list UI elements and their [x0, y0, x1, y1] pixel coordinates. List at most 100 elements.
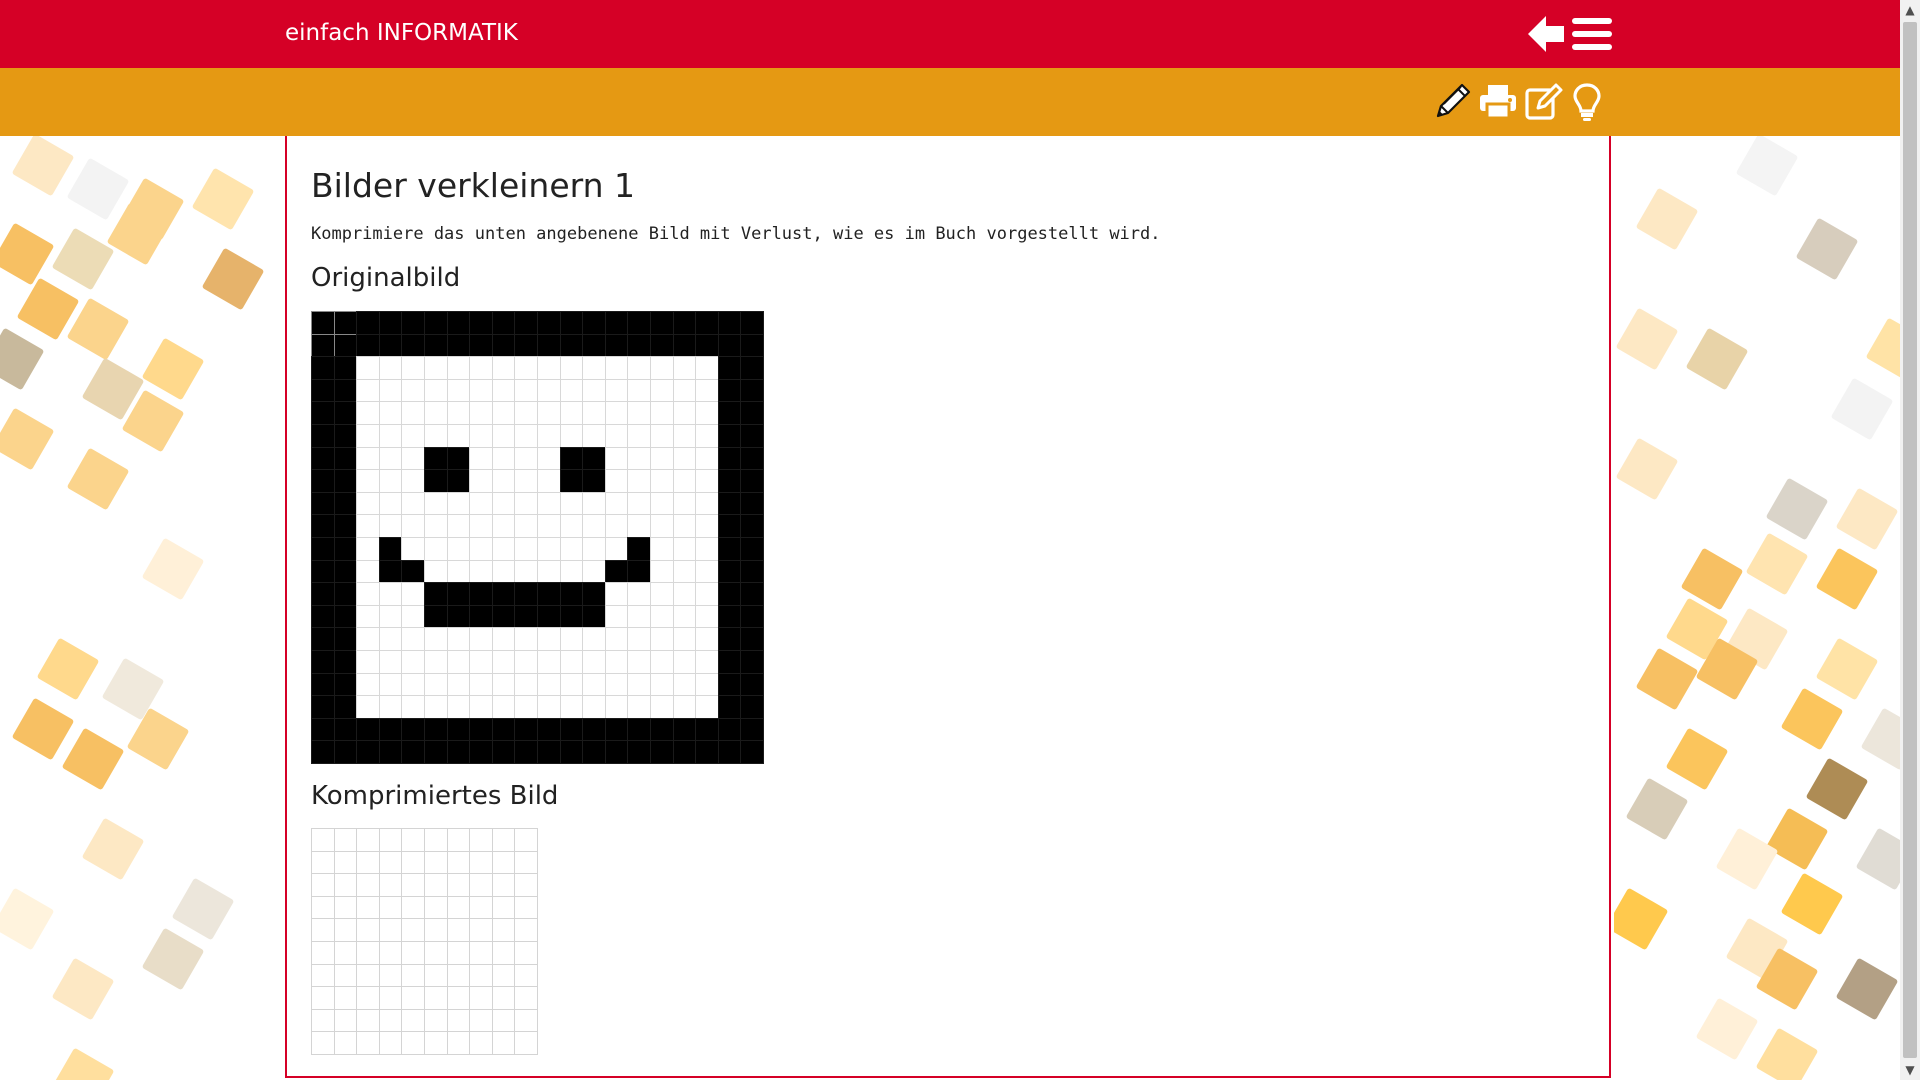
pixel-cell[interactable] [491, 695, 516, 719]
pixel-cell[interactable] [469, 559, 493, 584]
pixel-cell[interactable] [491, 356, 516, 380]
pixel-cell[interactable] [356, 491, 380, 516]
pixel-cell[interactable] [469, 424, 493, 448]
pixel-cell[interactable] [356, 604, 380, 629]
pixel-cell[interactable] [378, 740, 403, 764]
pixel-cell[interactable] [469, 537, 493, 561]
pixel-cell[interactable] [311, 333, 335, 358]
pixel-cell[interactable] [559, 378, 584, 403]
pixel-cell[interactable] [333, 604, 358, 629]
hamburger-menu-icon[interactable] [1570, 12, 1614, 56]
pixel-cell[interactable] [582, 695, 606, 719]
pixel-cell[interactable] [717, 311, 742, 335]
pixel-cell[interactable] [604, 491, 629, 516]
pixel-cell[interactable] [378, 650, 403, 674]
pixel-cell[interactable] [514, 559, 538, 584]
pixel-cell[interactable] [537, 401, 561, 425]
pixel-cell[interactable] [378, 491, 403, 516]
pixel-cell[interactable] [356, 695, 380, 719]
pixel-cell[interactable] [491, 559, 516, 584]
pixel-cell[interactable] [446, 650, 471, 674]
pixel-cell[interactable] [446, 491, 471, 516]
pixel-cell[interactable] [333, 941, 358, 965]
pixel-cell[interactable] [424, 582, 448, 606]
pixel-cell[interactable] [401, 582, 425, 606]
pixel-cell[interactable] [378, 356, 403, 380]
pixel-cell[interactable] [514, 401, 538, 425]
pixel-cell[interactable] [401, 986, 425, 1010]
pixel-cell[interactable] [446, 717, 471, 742]
pixel-cell[interactable] [356, 378, 380, 403]
pixel-cell[interactable] [469, 604, 493, 629]
pixel-cell[interactable] [424, 1031, 448, 1055]
compressed-image-grid[interactable] [311, 828, 538, 1055]
pixel-cell[interactable] [469, 1008, 493, 1033]
pixel-cell[interactable] [559, 717, 584, 742]
pixel-cell[interactable] [627, 537, 651, 561]
pixel-cell[interactable] [582, 446, 606, 471]
pixel-cell[interactable] [650, 401, 674, 425]
pixel-cell[interactable] [650, 378, 674, 403]
pixel-cell[interactable] [695, 740, 719, 764]
pixel-cell[interactable] [378, 695, 403, 719]
pixel-cell[interactable] [672, 604, 697, 629]
pixel-cell[interactable] [559, 356, 584, 380]
pixel-cell[interactable] [356, 333, 380, 358]
pixel-cell[interactable] [695, 537, 719, 561]
printer-icon[interactable] [1478, 82, 1518, 122]
pixel-cell[interactable] [695, 582, 719, 606]
pixel-cell[interactable] [469, 469, 493, 493]
pixel-cell[interactable] [672, 333, 697, 358]
pixel-cell[interactable] [740, 559, 764, 584]
pixel-cell[interactable] [401, 559, 425, 584]
pixel-cell[interactable] [491, 491, 516, 516]
pixel-cell[interactable] [469, 446, 493, 471]
pixel-cell[interactable] [333, 650, 358, 674]
pixel-cell[interactable] [378, 717, 403, 742]
pixel-cell[interactable] [559, 695, 584, 719]
pixel-cell[interactable] [537, 582, 561, 606]
pixel-cell[interactable] [537, 695, 561, 719]
pixel-cell[interactable] [717, 469, 742, 493]
pixel-cell[interactable] [356, 1008, 380, 1033]
pixel-cell[interactable] [740, 604, 764, 629]
pixel-cell[interactable] [333, 695, 358, 719]
pixel-cell[interactable] [582, 559, 606, 584]
pixel-cell[interactable] [717, 559, 742, 584]
pixel-cell[interactable] [378, 582, 403, 606]
pixel-cell[interactable] [514, 672, 538, 697]
brand-title[interactable]: einfach INFORMATIK [285, 20, 518, 46]
pixel-cell[interactable] [559, 559, 584, 584]
pixel-cell[interactable] [333, 672, 358, 697]
pixel-cell[interactable] [514, 918, 538, 942]
pixel-cell[interactable] [378, 514, 403, 538]
pixel-cell[interactable] [333, 333, 358, 358]
pixel-cell[interactable] [311, 559, 335, 584]
pixel-cell[interactable] [311, 850, 335, 875]
pixel-cell[interactable] [582, 582, 606, 606]
pixel-cell[interactable] [604, 695, 629, 719]
pixel-cell[interactable] [311, 582, 335, 606]
pixel-cell[interactable] [695, 695, 719, 719]
pixel-cell[interactable] [378, 559, 403, 584]
pixel-cell[interactable] [311, 491, 335, 516]
pixel-cell[interactable] [604, 717, 629, 742]
pixel-cell[interactable] [356, 1031, 380, 1055]
pixel-cell[interactable] [401, 469, 425, 493]
pixel-cell[interactable] [491, 627, 516, 651]
pixel-cell[interactable] [424, 941, 448, 965]
pixel-cell[interactable] [401, 356, 425, 380]
pixel-cell[interactable] [491, 604, 516, 629]
pixel-cell[interactable] [514, 311, 538, 335]
pixel-cell[interactable] [469, 356, 493, 380]
pixel-cell[interactable] [491, 918, 516, 942]
pixel-cell[interactable] [717, 401, 742, 425]
pixel-cell[interactable] [604, 378, 629, 403]
pixel-cell[interactable] [559, 446, 584, 471]
pixel-cell[interactable] [469, 333, 493, 358]
pixel-cell[interactable] [582, 356, 606, 380]
pixel-cell[interactable] [514, 446, 538, 471]
pixel-cell[interactable] [604, 740, 629, 764]
pixel-cell[interactable] [311, 514, 335, 538]
pixel-cell[interactable] [582, 717, 606, 742]
